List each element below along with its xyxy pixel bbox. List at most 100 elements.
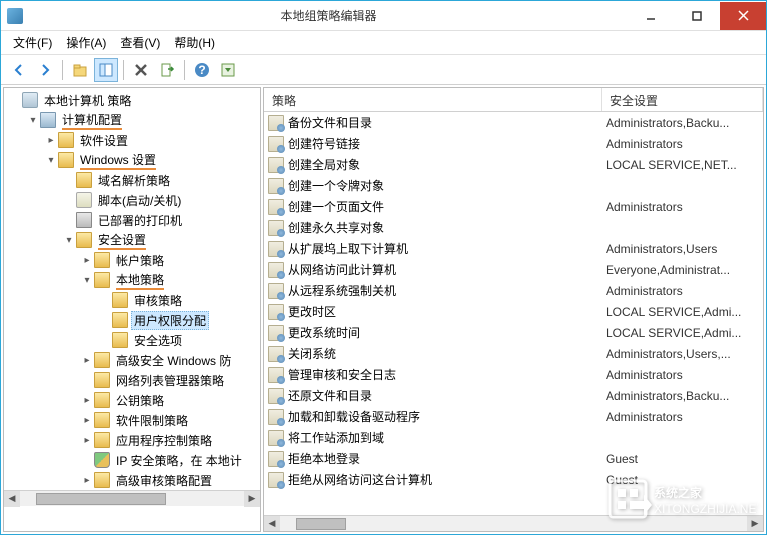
- policy-security: Administrators: [606, 200, 763, 214]
- policy-icon: [268, 220, 284, 236]
- policy-row[interactable]: 创建一个令牌对象: [264, 175, 763, 196]
- policy-row[interactable]: 创建一个页面文件Administrators: [264, 196, 763, 217]
- column-policy[interactable]: 策略: [264, 88, 602, 111]
- expand-icon[interactable]: ▸: [44, 133, 58, 147]
- folder-icon: [94, 472, 110, 488]
- policy-row[interactable]: 管理审核和安全日志Administrators: [264, 364, 763, 385]
- shield-icon: [94, 452, 110, 468]
- tree-computer-config[interactable]: ▾计算机配置: [4, 110, 260, 130]
- minimize-button[interactable]: [628, 2, 674, 30]
- policy-row[interactable]: 更改系统时间LOCAL SERVICE,Admi...: [264, 322, 763, 343]
- policy-row[interactable]: 更改时区LOCAL SERVICE,Admi...: [264, 301, 763, 322]
- policy-security: Administrators: [606, 137, 763, 151]
- list-hscroll[interactable]: ◀▶: [264, 515, 763, 531]
- maximize-button[interactable]: [674, 2, 720, 30]
- tree-hscroll[interactable]: ◀▶: [4, 490, 260, 506]
- tree-pane[interactable]: 本地计算机 策略▾计算机配置▸软件设置▾Windows 设置域名解析策略脚本(启…: [3, 87, 261, 532]
- tree-advanced-audit[interactable]: ▸高级审核策略配置: [4, 470, 260, 490]
- tree-scripts[interactable]: 脚本(启动/关机): [4, 190, 260, 210]
- tree-printers[interactable]: 已部署的打印机: [4, 210, 260, 230]
- policy-security: Administrators: [606, 284, 763, 298]
- policy-row[interactable]: 从远程系统强制关机Administrators: [264, 280, 763, 301]
- tree-local-policy[interactable]: ▾本地策略: [4, 270, 260, 290]
- expand-icon[interactable]: ▾: [80, 273, 94, 287]
- window-buttons: [628, 2, 766, 30]
- separator: [62, 60, 63, 80]
- menu-file[interactable]: 文件(F): [7, 32, 58, 53]
- forward-button[interactable]: [33, 58, 57, 82]
- policy-row[interactable]: 创建符号链接Administrators: [264, 133, 763, 154]
- delete-button[interactable]: [129, 58, 153, 82]
- tree-user-rights[interactable]: 用户权限分配: [4, 310, 260, 330]
- up-button[interactable]: [68, 58, 92, 82]
- policy-row[interactable]: 从扩展坞上取下计算机Administrators,Users: [264, 238, 763, 259]
- policy-row[interactable]: 从网络访问此计算机Everyone,Administrat...: [264, 259, 763, 280]
- tree-security-options[interactable]: 安全选项: [4, 330, 260, 350]
- policy-row[interactable]: 关闭系统Administrators,Users,...: [264, 343, 763, 364]
- policy-row[interactable]: 创建全局对象LOCAL SERVICE,NET...: [264, 154, 763, 175]
- tree-security-settings[interactable]: ▾安全设置: [4, 230, 260, 250]
- printer-icon: [76, 212, 92, 228]
- expand-icon[interactable]: ▸: [80, 433, 94, 447]
- tree-app-control[interactable]: ▸应用程序控制策略: [4, 430, 260, 450]
- policy-row[interactable]: 创建永久共享对象: [264, 217, 763, 238]
- policy-row[interactable]: 将工作站添加到域: [264, 427, 763, 448]
- folder-icon: [58, 152, 74, 168]
- expand-icon[interactable]: ▸: [80, 393, 94, 407]
- show-hide-button[interactable]: [94, 58, 118, 82]
- tree-software-restrict[interactable]: ▸软件限制策略: [4, 410, 260, 430]
- tree-dns-policy[interactable]: 域名解析策略: [4, 170, 260, 190]
- back-button[interactable]: [7, 58, 31, 82]
- content-area: 本地计算机 策略▾计算机配置▸软件设置▾Windows 设置域名解析策略脚本(启…: [1, 85, 766, 534]
- policy-row[interactable]: 拒绝从网络访问这台计算机Guest: [264, 469, 763, 490]
- list-header: 策略 安全设置: [264, 88, 763, 112]
- close-button[interactable]: [720, 2, 766, 30]
- policy-name: 拒绝本地登录: [288, 450, 606, 467]
- tree-ip-security[interactable]: IP 安全策略，在 本地计: [4, 450, 260, 470]
- policy-row[interactable]: 加载和卸载设备驱动程序Administrators: [264, 406, 763, 427]
- computer-icon: [40, 112, 56, 128]
- expand-icon[interactable]: ▸: [80, 253, 94, 267]
- policy-row[interactable]: 备份文件和目录Administrators,Backu...: [264, 112, 763, 133]
- tree-root[interactable]: 本地计算机 策略: [4, 90, 260, 110]
- column-security[interactable]: 安全设置: [602, 88, 763, 111]
- tree-account-policy[interactable]: ▸帐户策略: [4, 250, 260, 270]
- expand-icon[interactable]: ▸: [80, 413, 94, 427]
- policy-icon: [268, 241, 284, 257]
- expand-icon[interactable]: ▾: [62, 233, 76, 247]
- policy-name: 从网络访问此计算机: [288, 261, 606, 278]
- folder-icon: [112, 332, 128, 348]
- menu-help[interactable]: 帮助(H): [168, 32, 221, 53]
- policy-security: Administrators,Backu...: [606, 116, 763, 130]
- expand-icon[interactable]: ▸: [80, 353, 94, 367]
- folder-icon: [94, 272, 110, 288]
- menu-action[interactable]: 操作(A): [60, 32, 112, 53]
- policy-security: Administrators: [606, 410, 763, 424]
- expand-icon[interactable]: ▸: [80, 473, 94, 487]
- tree-audit-policy[interactable]: 审核策略: [4, 290, 260, 310]
- policy-icon: [268, 136, 284, 152]
- tree-software-settings[interactable]: ▸软件设置: [4, 130, 260, 150]
- tree-label: 高级安全 Windows 防: [113, 351, 234, 370]
- policy-row[interactable]: 还原文件和目录Administrators,Backu...: [264, 385, 763, 406]
- separator: [123, 60, 124, 80]
- list-body[interactable]: 备份文件和目录Administrators,Backu...创建符号链接Admi…: [264, 112, 763, 515]
- policy-security: Everyone,Administrat...: [606, 263, 763, 277]
- policy-name: 关闭系统: [288, 345, 606, 362]
- export-button[interactable]: [155, 58, 179, 82]
- help-button[interactable]: ?: [190, 58, 214, 82]
- menu-view[interactable]: 查看(V): [114, 32, 166, 53]
- tree-public-key[interactable]: ▸公钥策略: [4, 390, 260, 410]
- tree-windows-settings[interactable]: ▾Windows 设置: [4, 150, 260, 170]
- policy-name: 管理审核和安全日志: [288, 366, 606, 383]
- tree-advanced-firewall[interactable]: ▸ 高级安全 Windows 防: [4, 350, 260, 370]
- tree-network-list[interactable]: 网络列表管理器策略: [4, 370, 260, 390]
- expand-icon[interactable]: ▾: [44, 153, 58, 167]
- policy-icon: [268, 346, 284, 362]
- expand-icon[interactable]: ▾: [26, 113, 40, 127]
- filter-button[interactable]: [216, 58, 240, 82]
- policy-row[interactable]: 拒绝本地登录Guest: [264, 448, 763, 469]
- scroll-icon: [76, 192, 92, 208]
- folder-icon: [94, 352, 110, 368]
- policy-icon: [268, 283, 284, 299]
